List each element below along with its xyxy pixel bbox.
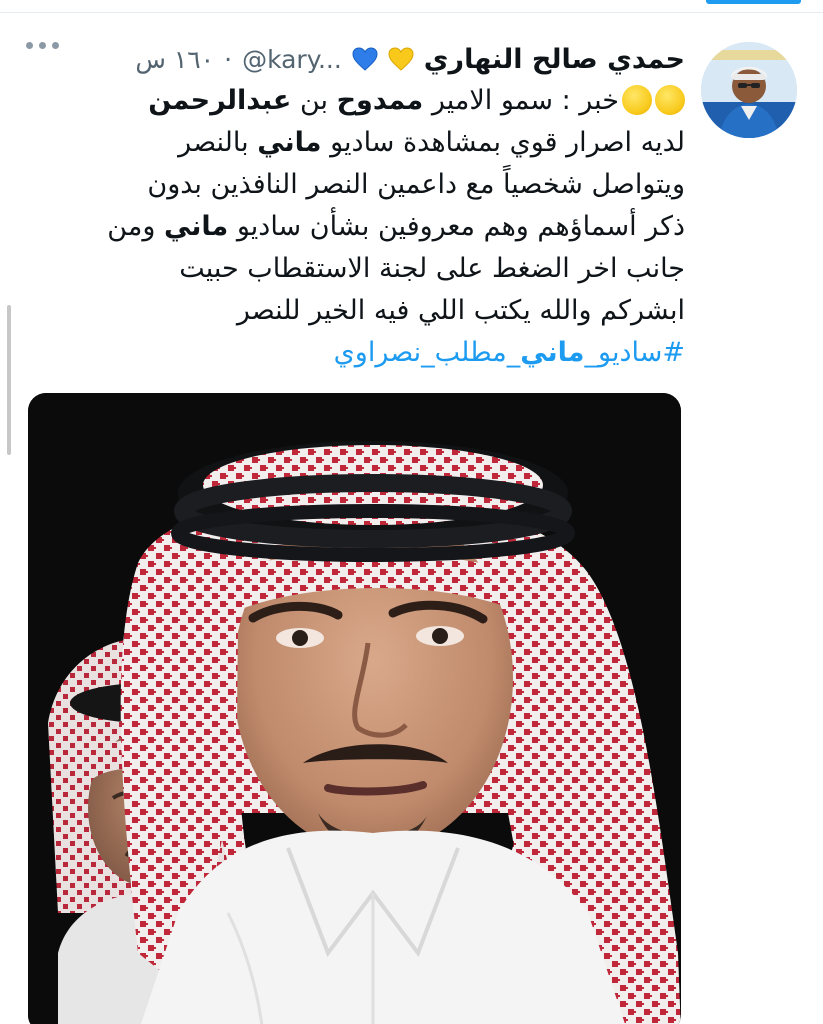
hashtag-bold: ماني [520,337,585,368]
tweet-line-1: خبر : سمو الامير ممدوح بن عبدالرحمن [45,80,685,122]
separator-dot: · [224,44,233,74]
tweet-text-bold: ماني [257,127,322,158]
yellow-circle-icon [622,85,652,115]
avatar[interactable] [701,42,797,138]
tweet-text-bold: ماني [163,211,229,242]
hashtag-link[interactable]: #ساديو_ماني_مطلب_نصراوي [45,332,685,374]
tweet-line-2: لديه اصرار قوي بمشاهدة ساديو ماني بالنصر [45,122,685,164]
hashtag-segment: _مطلب_نصراوي [333,337,521,368]
tweet-line-5: جانب اخر الضغط على لجنة الاستقطاب حبيت [179,253,685,284]
yellow-heart-icon [388,47,414,71]
yellow-circle-icon [655,85,685,115]
tweet-text-bold: عبدالرحمن [148,85,292,116]
tweet-text-segment: بن [291,85,337,116]
tweet-timestamp[interactable]: ١٦٠ س [135,45,214,74]
tweet-text: خبر : سمو الامير ممدوح بن عبدالرحمن لديه… [45,80,685,374]
hashtag-segment: #ساديو_ [584,337,685,368]
tweet-text-segment: لديه اصرار قوي بمشاهدة ساديو [321,127,685,158]
tweet-line-3: ويتواصل شخصياً مع داعمين النصر النافذين … [147,169,685,200]
top-divider [0,12,823,13]
blue-heart-icon [352,47,378,71]
avatar-image [701,42,797,138]
tweet-photo[interactable] [28,393,681,1024]
scrollbar[interactable] [7,305,11,455]
tweet-text-segment: بالنصر [178,127,258,158]
tweet-line-4: ذكر أسماؤهم وهم معروفين بشأن ساديو ماني … [45,206,685,248]
more-options-icon[interactable] [26,42,59,49]
author-display-name[interactable]: حمدي صالح النهاري [424,44,685,75]
tweet-text-segment: ومن [107,211,164,242]
photo-image [28,393,681,1024]
tweet-text-segment: ذكر أسماؤهم وهم معروفين بشأن ساديو [228,211,685,242]
author-handle[interactable]: @kary... [242,45,342,74]
tweet-text-segment: خبر : سمو الامير [423,85,619,116]
tab-indicator [706,0,801,4]
tweet-line-6: ابشركم والله يكتب اللي فيه الخير للنصر [236,295,685,326]
tweet-header: حمدي صالح النهاري @kary... · ١٦٠ س [25,34,685,84]
tweet-text-bold: ممدوح [336,85,424,116]
